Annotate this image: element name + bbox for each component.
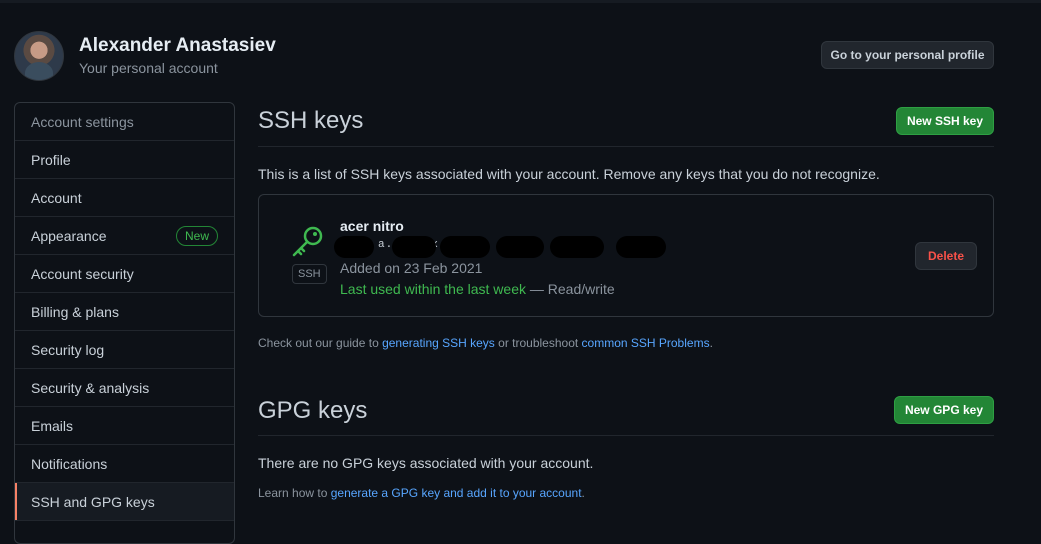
ssh-key-fingerprint: S:L. a. l. ex I — [334, 235, 670, 258]
sidebar-item-label: Security log — [31, 341, 105, 358]
ssh-key-last-used: Last used within the last week — Read/wr… — [340, 281, 615, 297]
profile-name-block: Alexander Anastasiev Your personal accou… — [79, 34, 276, 78]
sidebar-item-account-security[interactable]: Account security — [15, 255, 234, 293]
profile-subtitle: Your personal account — [79, 60, 218, 76]
ssh-key-added-date: Added on 23 Feb 2021 — [340, 260, 483, 276]
redaction-mark — [616, 236, 666, 258]
redaction-mark — [392, 236, 436, 258]
sidebar-item-label: Billing & plans — [31, 303, 119, 320]
key-icon — [292, 226, 323, 257]
new-badge: New — [175, 226, 218, 246]
top-border — [0, 0, 1041, 3]
sidebar-item-security-log[interactable]: Security log — [15, 331, 234, 369]
sidebar-item-account[interactable]: Account — [15, 179, 234, 217]
sidebar-item-emails[interactable]: Emails — [15, 407, 234, 445]
ssh-key-item: SSH acer nitro S:L. a. l. ex I Added on … — [258, 194, 994, 317]
sidebar-item-label: Profile — [31, 151, 71, 168]
avatar[interactable] — [14, 31, 64, 81]
last-used-text: Last used within the last week — [340, 281, 526, 297]
ssh-section-title: SSH keys — [258, 107, 364, 134]
section-divider — [258, 146, 994, 147]
redaction-mark — [496, 236, 544, 258]
note-text: . — [709, 336, 713, 350]
sidebar-item-notifications[interactable]: Notifications — [15, 445, 234, 483]
gpg-description: There are no GPG keys associated with yo… — [258, 455, 594, 471]
profile-name[interactable]: Alexander Anastasiev — [79, 34, 276, 58]
note-text: Check out our guide to — [258, 336, 383, 350]
sidebar-item-appearance[interactable]: Appearance New — [15, 217, 234, 255]
sidebar-item-security-analysis[interactable]: Security & analysis — [15, 369, 234, 407]
ssh-key-name: acer nitro — [340, 218, 404, 234]
generate-gpg-key-link[interactable]: generate a GPG key and add it to your ac… — [331, 486, 582, 500]
sidebar-item-label: SSH and GPG keys — [31, 493, 155, 510]
sidebar-item-label: Account — [31, 189, 82, 206]
note-text: . — [581, 486, 585, 500]
redaction-mark — [440, 236, 490, 258]
profile-header: Alexander Anastasiev Your personal accou… — [14, 31, 276, 81]
common-ssh-problems-link[interactable]: common SSH Problems — [582, 336, 710, 350]
new-ssh-key-button[interactable]: New SSH key — [896, 107, 994, 135]
new-gpg-key-button[interactable]: New GPG key — [894, 396, 994, 424]
sidebar-item-profile[interactable]: Profile — [15, 141, 234, 179]
sidebar-item-label: Notifications — [31, 455, 108, 472]
sidebar-item-billing[interactable]: Billing & plans — [15, 293, 234, 331]
ssh-guide-note: Check out our guide to generating SSH ke… — [258, 336, 713, 350]
sidebar-item-label: Security & analysis — [31, 379, 150, 396]
sidebar-item-label: Account security — [31, 265, 134, 282]
redaction-mark — [550, 236, 604, 258]
settings-sidebar: Account settings Profile Account Appeara… — [14, 102, 235, 544]
sidebar-item-label: Emails — [31, 417, 74, 434]
delete-ssh-key-button[interactable]: Delete — [915, 242, 977, 270]
sidebar-item-label: Appearance — [31, 227, 107, 244]
sidebar-item-ssh-gpg-keys[interactable]: SSH and GPG keys — [15, 483, 234, 521]
gpg-learn-note: Learn how to generate a GPG key and add … — [258, 486, 585, 500]
go-to-profile-button[interactable]: Go to your personal profile — [821, 41, 994, 69]
access-level: — Read/write — [526, 281, 615, 297]
gpg-section-title: GPG keys — [258, 397, 368, 424]
ssh-type-label: SSH — [292, 264, 327, 284]
note-text: Learn how to — [258, 486, 331, 500]
sidebar-header: Account settings — [15, 103, 234, 141]
redaction-mark — [334, 236, 374, 258]
section-divider — [258, 435, 994, 436]
ssh-description: This is a list of SSH keys associated wi… — [258, 166, 880, 182]
note-text: or troubleshoot — [494, 336, 582, 350]
generating-ssh-keys-link[interactable]: generating SSH keys — [382, 336, 495, 350]
